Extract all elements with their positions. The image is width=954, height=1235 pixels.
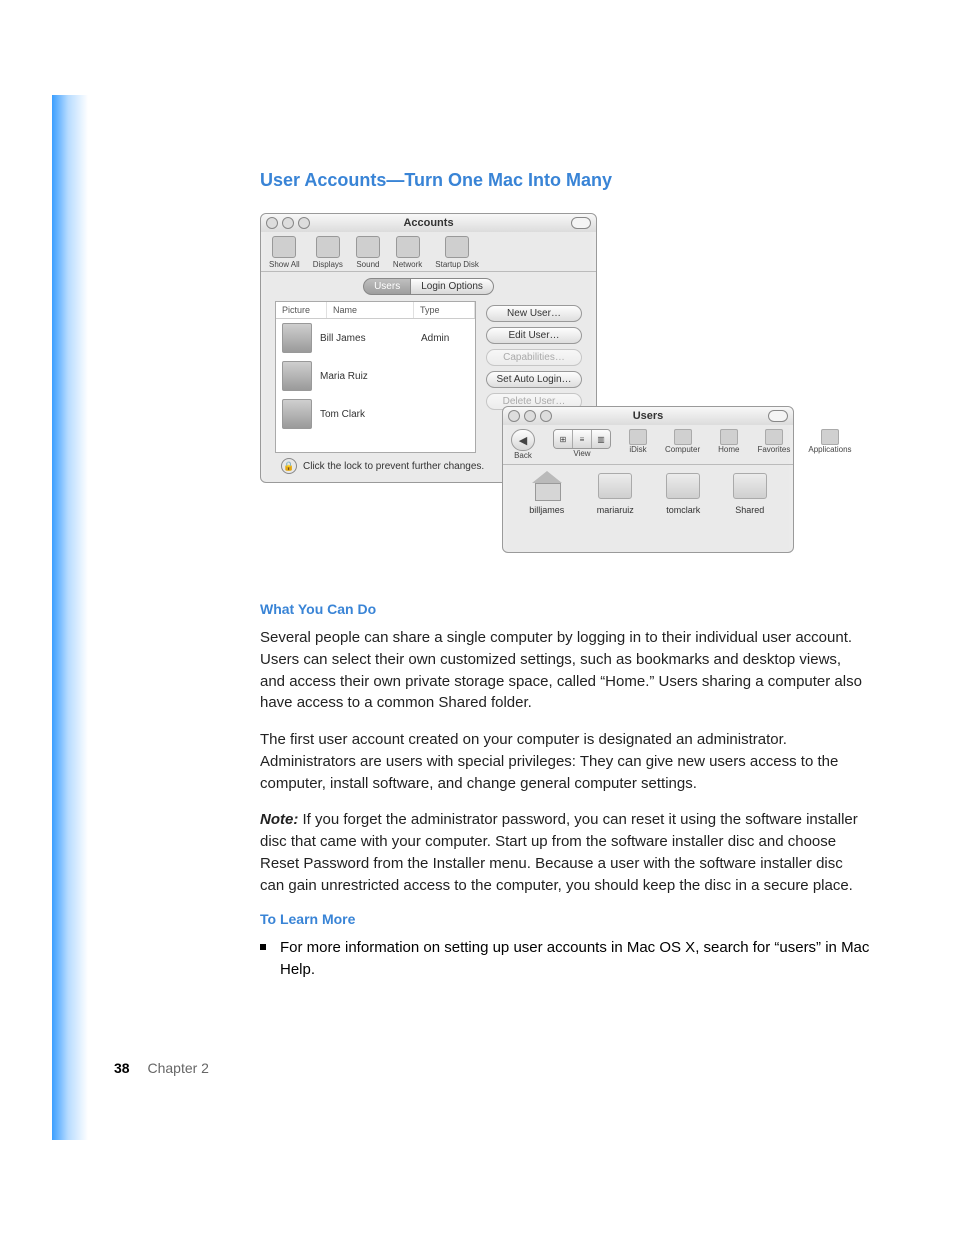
sound-button[interactable]: Sound bbox=[356, 236, 380, 269]
body-paragraph: The first user account created on your c… bbox=[260, 729, 870, 794]
column-type: Type bbox=[414, 302, 475, 318]
user-list[interactable]: Picture Name Type Bill JamesAdmin Maria … bbox=[275, 301, 476, 453]
margin-gradient bbox=[52, 95, 88, 1140]
prefs-toolbar: Show All Displays Sound Network Startup … bbox=[261, 232, 596, 272]
view-segment[interactable]: ⊞≡▥View bbox=[553, 429, 611, 460]
computer-button[interactable]: Computer bbox=[665, 429, 700, 460]
set-auto-login-button[interactable]: Set Auto Login… bbox=[486, 371, 582, 388]
applications-button[interactable]: Applications bbox=[808, 429, 851, 460]
folder-label: Shared bbox=[735, 505, 764, 515]
displays-button[interactable]: Displays bbox=[313, 236, 343, 269]
user-type: Admin bbox=[421, 333, 469, 344]
folder-label: tomclark bbox=[666, 505, 700, 515]
network-button[interactable]: Network bbox=[393, 236, 422, 269]
edit-user-button[interactable]: Edit User… bbox=[486, 327, 582, 344]
home-button[interactable]: Home bbox=[718, 429, 739, 460]
chapter-label: Chapter 2 bbox=[147, 1060, 208, 1076]
body-paragraph: Several people can share a single comput… bbox=[260, 627, 870, 714]
finder-window: Users ◀Back ⊞≡▥View iDisk Computer Home … bbox=[502, 406, 794, 553]
toolbar-label: iDisk bbox=[629, 445, 646, 454]
toolbar-label: Home bbox=[718, 445, 739, 454]
user-name: Maria Ruiz bbox=[320, 371, 421, 382]
folder-icon bbox=[666, 473, 700, 499]
user-picture-icon bbox=[282, 323, 312, 353]
column-picture: Picture bbox=[276, 302, 327, 318]
folder-tomclark[interactable]: tomclark bbox=[666, 473, 700, 515]
folder-icon bbox=[733, 473, 767, 499]
toolbar-toggle-icon[interactable] bbox=[571, 217, 591, 229]
toolbar-label: Favorites bbox=[757, 445, 790, 454]
toolbar-label: Startup Disk bbox=[435, 260, 479, 269]
toolbar-label: Network bbox=[393, 260, 422, 269]
window-title: Users bbox=[503, 410, 793, 422]
show-all-button[interactable]: Show All bbox=[269, 236, 300, 269]
window-title: Accounts bbox=[261, 217, 596, 229]
user-name: Bill James bbox=[320, 333, 421, 344]
toolbar-label: Sound bbox=[356, 260, 379, 269]
toolbar-label: Applications bbox=[808, 445, 851, 454]
capabilities-button[interactable]: Capabilities… bbox=[486, 349, 582, 366]
folder-mariaruiz[interactable]: mariaruiz bbox=[597, 473, 634, 515]
page-title: User Accounts—Turn One Mac Into Many bbox=[260, 170, 870, 191]
table-row[interactable]: Tom Clark bbox=[276, 395, 475, 433]
page-footer: 38 Chapter 2 bbox=[114, 1060, 209, 1076]
toolbar-label: View bbox=[573, 449, 590, 458]
toolbar-toggle-icon[interactable] bbox=[768, 410, 788, 422]
table-row[interactable]: Bill JamesAdmin bbox=[276, 319, 475, 357]
toolbar-label: Show All bbox=[269, 260, 300, 269]
tab-login-options[interactable]: Login Options bbox=[411, 278, 494, 295]
lock-text: Click the lock to prevent further change… bbox=[303, 461, 484, 472]
folder-label: mariaruiz bbox=[597, 505, 634, 515]
user-picture-icon bbox=[282, 361, 312, 391]
user-picture-icon bbox=[282, 399, 312, 429]
toolbar-label: Computer bbox=[665, 445, 700, 454]
favorites-button[interactable]: Favorites bbox=[757, 429, 790, 460]
toolbar-label: Back bbox=[514, 451, 532, 460]
new-user-button[interactable]: New User… bbox=[486, 305, 582, 322]
tab-users[interactable]: Users bbox=[363, 278, 411, 295]
user-name: Tom Clark bbox=[320, 409, 421, 420]
toolbar-label: Displays bbox=[313, 260, 343, 269]
list-item: For more information on setting up user … bbox=[260, 937, 870, 981]
note-paragraph: Note: If you forget the administrator pa… bbox=[260, 809, 870, 896]
folder-icon bbox=[598, 473, 632, 499]
startup-disk-button[interactable]: Startup Disk bbox=[435, 236, 479, 269]
folder-billjames[interactable]: billjames bbox=[529, 473, 564, 515]
note-label: Note: bbox=[260, 811, 298, 828]
folder-shared[interactable]: Shared bbox=[733, 473, 767, 515]
folder-label: billjames bbox=[529, 505, 564, 515]
page-number: 38 bbox=[114, 1060, 130, 1076]
figure-screenshots: Accounts Show All Displays Sound Network… bbox=[260, 213, 870, 563]
idisk-button[interactable]: iDisk bbox=[629, 429, 647, 460]
note-body: If you forget the administrator password… bbox=[260, 811, 858, 893]
back-button[interactable]: ◀Back bbox=[511, 429, 535, 460]
section-heading-to-learn-more: To Learn More bbox=[260, 911, 870, 927]
home-folder-icon bbox=[532, 473, 562, 499]
column-name: Name bbox=[327, 302, 414, 318]
table-row[interactable]: Maria Ruiz bbox=[276, 357, 475, 395]
lock-icon[interactable]: 🔒 bbox=[281, 458, 297, 474]
section-heading-what-you-can-do: What You Can Do bbox=[260, 601, 870, 617]
